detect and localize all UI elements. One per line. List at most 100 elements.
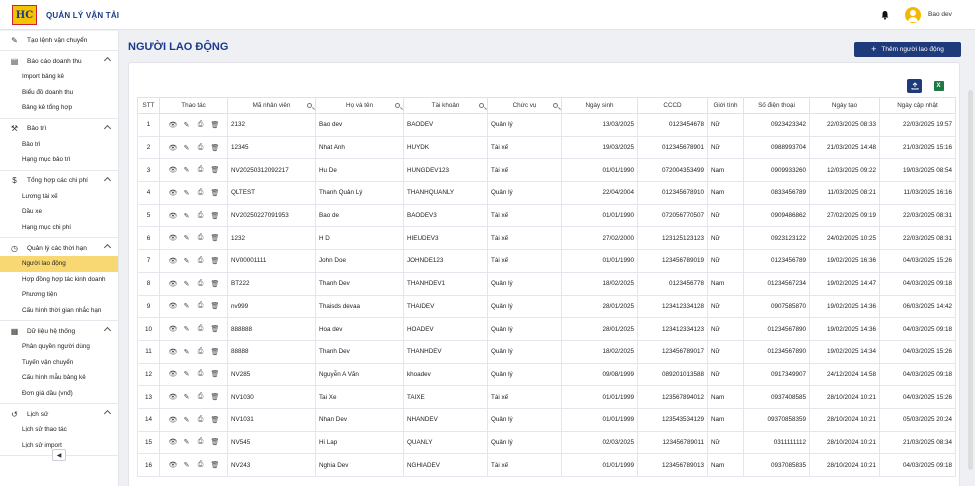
view-icon[interactable]: 👁︎ — [169, 348, 178, 356]
print-icon[interactable]: ⎙ — [197, 438, 205, 446]
table-row[interactable]: 14 👁︎ ✎ ⎙ 🗑︎ NV1031 Nhan Dev NHANDEV Quản lý 01/0… — [137, 407, 956, 432]
sidebar-item-bao-tri[interactable]: Bảo trì — [0, 137, 118, 153]
table-row[interactable]: 8 👁︎ ✎ ⎙ 🗑︎ BT222 Thanh Dev THANHDEV1 Quản lý 18/… — [137, 271, 956, 296]
edit-icon[interactable]: ✎ — [183, 121, 191, 129]
delete-icon[interactable]: 🗑︎ — [211, 325, 220, 333]
delete-icon[interactable]: 🗑︎ — [211, 234, 220, 242]
sidebar-collapse-button[interactable]: ◀ — [52, 449, 66, 461]
delete-icon[interactable]: 🗑︎ — [211, 166, 220, 174]
user-name[interactable]: Bao dev — [928, 11, 952, 18]
app-logo[interactable]: HC — [12, 5, 37, 25]
edit-icon[interactable]: ✎ — [183, 189, 191, 197]
print-icon[interactable]: ⎙ — [197, 393, 205, 401]
view-icon[interactable]: 👁︎ — [169, 370, 178, 378]
edit-icon[interactable]: ✎ — [183, 416, 191, 424]
delete-icon[interactable]: 🗑︎ — [211, 144, 220, 152]
user-avatar[interactable] — [905, 7, 921, 23]
bell-icon[interactable] — [880, 10, 890, 20]
table-row[interactable]: 7 👁︎ ✎ ⎙ 🗑︎ NV00001111 John Doe JOHNDE123 Tài xế… — [137, 249, 956, 273]
print-icon[interactable]: ⎙ — [197, 212, 205, 220]
view-icon[interactable]: 👁︎ — [169, 234, 178, 242]
table-row[interactable]: 4 👁︎ ✎ ⎙ 🗑︎ QLTEST Thanh Quản Lý THANHQUANLY Quả… — [137, 181, 956, 205]
column-header-ho-va-ten[interactable]: Họ và tên — [315, 97, 404, 114]
search-icon[interactable] — [479, 103, 484, 108]
table-row[interactable]: 16 👁︎ ✎ ⎙ 🗑︎ NV243 Nghia Dev NGHIADEV Tài xế 01/0… — [137, 453, 956, 477]
view-icon[interactable]: 👁︎ — [169, 416, 178, 424]
search-icon[interactable] — [395, 103, 400, 108]
view-icon[interactable]: 👁︎ — [169, 438, 178, 446]
edit-icon[interactable]: ✎ — [183, 438, 191, 446]
view-icon[interactable]: 👁︎ — [169, 121, 178, 129]
edit-icon[interactable]: ✎ — [183, 348, 191, 356]
delete-icon[interactable]: 🗑︎ — [211, 348, 220, 356]
table-row[interactable]: 15 👁︎ ✎ ⎙ 🗑︎ NV545 Hi Lap QUANLY Quản lý 02/03/20… — [137, 430, 956, 455]
delete-icon[interactable]: 🗑︎ — [211, 461, 220, 469]
view-icon[interactable]: 👁︎ — [169, 189, 178, 197]
print-icon[interactable]: ⎙ — [197, 234, 205, 242]
print-icon[interactable]: ⎙ — [197, 166, 205, 174]
column-header-thao-tac[interactable]: Thao tác — [159, 97, 228, 114]
view-icon[interactable]: 👁︎ — [169, 302, 178, 310]
sidebar-group-du-lieu-he-thong[interactable]: ▦ Dữ liệu hệ thống — [0, 323, 118, 339]
sidebar-item-lich-su-thao-tac[interactable]: Lịch sử thao tác — [0, 422, 118, 438]
table-row[interactable]: 5 👁︎ ✎ ⎙ 🗑︎ NV20250227091953 Bao de BAODEV3 Tài … — [137, 203, 956, 228]
table-row[interactable]: 1 👁︎ ✎ ⎙ 🗑︎ 2132 Bao dev BAODEV Quản lý 13/03/202… — [137, 113, 956, 137]
delete-icon[interactable]: 🗑︎ — [211, 280, 220, 288]
sidebar-group-quan-ly-cac-thoi-han[interactable]: ◷ Quản lý các thời hạn — [0, 240, 118, 256]
sidebar-item-bieu-do-doanh-thu[interactable]: Biểu đồ doanh thu — [0, 85, 118, 101]
edit-icon[interactable]: ✎ — [183, 393, 191, 401]
delete-icon[interactable]: 🗑︎ — [211, 189, 220, 197]
edit-icon[interactable]: ✎ — [183, 144, 191, 152]
table-row[interactable]: 12 👁︎ ✎ ⎙ 🗑︎ NV285 Nguyễn A Văn khoadev Quản lý 0… — [137, 362, 956, 387]
sidebar-item-don-gia-dau-vnd[interactable]: Đơn giá dầu (vnđ) — [0, 386, 118, 402]
sidebar-item-nguoi-lao-dong[interactable]: Người lao động — [0, 256, 118, 272]
sidebar-item-hang-muc-bao-tri[interactable]: Hạng mục bảo trì — [0, 152, 118, 168]
delete-icon[interactable]: 🗑︎ — [211, 393, 220, 401]
view-icon[interactable]: 👁︎ — [169, 257, 178, 265]
table-row[interactable]: 11 👁︎ ✎ ⎙ 🗑︎ 88888 Thanh Dev THANHDEV Quản lý 18/… — [137, 339, 956, 364]
print-icon[interactable]: ⎙ — [197, 257, 205, 265]
view-icon[interactable]: 👁︎ — [169, 325, 178, 333]
column-header-stt[interactable]: STT — [137, 97, 160, 114]
column-header-ngay-cap-nhat[interactable]: Ngày cập nhật — [879, 97, 956, 114]
sidebar-group-lich-su[interactable]: ↺ Lịch sử — [0, 406, 118, 422]
search-icon[interactable] — [307, 103, 312, 108]
print-icon[interactable]: ⎙ — [197, 461, 205, 469]
delete-icon[interactable]: 🗑︎ — [211, 370, 220, 378]
sidebar-item-phan-quyen-nguoi-dung[interactable]: Phân quyền người dùng — [0, 339, 118, 355]
delete-icon[interactable]: 🗑︎ — [211, 416, 220, 424]
search-icon[interactable] — [553, 103, 558, 108]
column-header-cccd[interactable]: CCCD — [637, 97, 708, 114]
print-icon[interactable]: ⎙ — [197, 189, 205, 197]
upload-button[interactable] — [907, 79, 922, 93]
sidebar-item-dau-xe[interactable]: Dầu xe — [0, 204, 118, 220]
view-icon[interactable]: 👁︎ — [169, 144, 178, 152]
edit-icon[interactable]: ✎ — [183, 302, 191, 310]
sidebar-item-hang-muc-chi-phi[interactable]: Hạng mục chi phí — [0, 220, 118, 236]
edit-icon[interactable]: ✎ — [183, 370, 191, 378]
sidebar-item-hop-dong-hop-tac-kinh-doanh[interactable]: Hợp đồng hợp tác kinh doanh — [0, 272, 118, 288]
column-header-ma-nhan-vien[interactable]: Mã nhân viên — [227, 97, 316, 114]
page-scrollbar[interactable] — [968, 90, 973, 470]
view-icon[interactable]: 👁︎ — [169, 166, 178, 174]
print-icon[interactable]: ⎙ — [197, 302, 205, 310]
edit-icon[interactable]: ✎ — [183, 257, 191, 265]
print-icon[interactable]: ⎙ — [197, 325, 205, 333]
table-row[interactable]: 2 👁︎ ✎ ⎙ 🗑︎ 12345 Nhat Anh HUYDK Tài xế 19/03/202… — [137, 135, 956, 160]
edit-icon[interactable]: ✎ — [183, 461, 191, 469]
print-icon[interactable]: ⎙ — [197, 144, 205, 152]
sidebar-item-phuong-tien[interactable]: Phương tiện — [0, 287, 118, 303]
column-header-ngay-tao[interactable]: Ngày tạo — [809, 97, 880, 114]
sidebar-group-bao-tri[interactable]: ⚒ Bảo trì — [0, 121, 118, 137]
print-icon[interactable]: ⎙ — [197, 121, 205, 129]
view-icon[interactable]: 👁︎ — [169, 393, 178, 401]
edit-icon[interactable]: ✎ — [183, 166, 191, 174]
delete-icon[interactable]: 🗑︎ — [211, 257, 220, 265]
sidebar-item-cau-hinh-thoi-gian-nhac-han[interactable]: Cấu hình thời gian nhắc hạn — [0, 303, 118, 319]
delete-icon[interactable]: 🗑︎ — [211, 302, 220, 310]
sidebar-group-tao-lenh-van-chuyen[interactable]: ✎ Tạo lệnh vận chuyển — [0, 32, 118, 48]
export-excel-button[interactable]: X — [931, 79, 946, 93]
sidebar-group-tong-hop-cac-chi-phi[interactable]: $ Tổng hợp các chi phí — [0, 173, 118, 189]
sidebar-item-bang-ke-tong-hop[interactable]: Bảng kê tổng hợp — [0, 100, 118, 116]
print-icon[interactable]: ⎙ — [197, 280, 205, 288]
